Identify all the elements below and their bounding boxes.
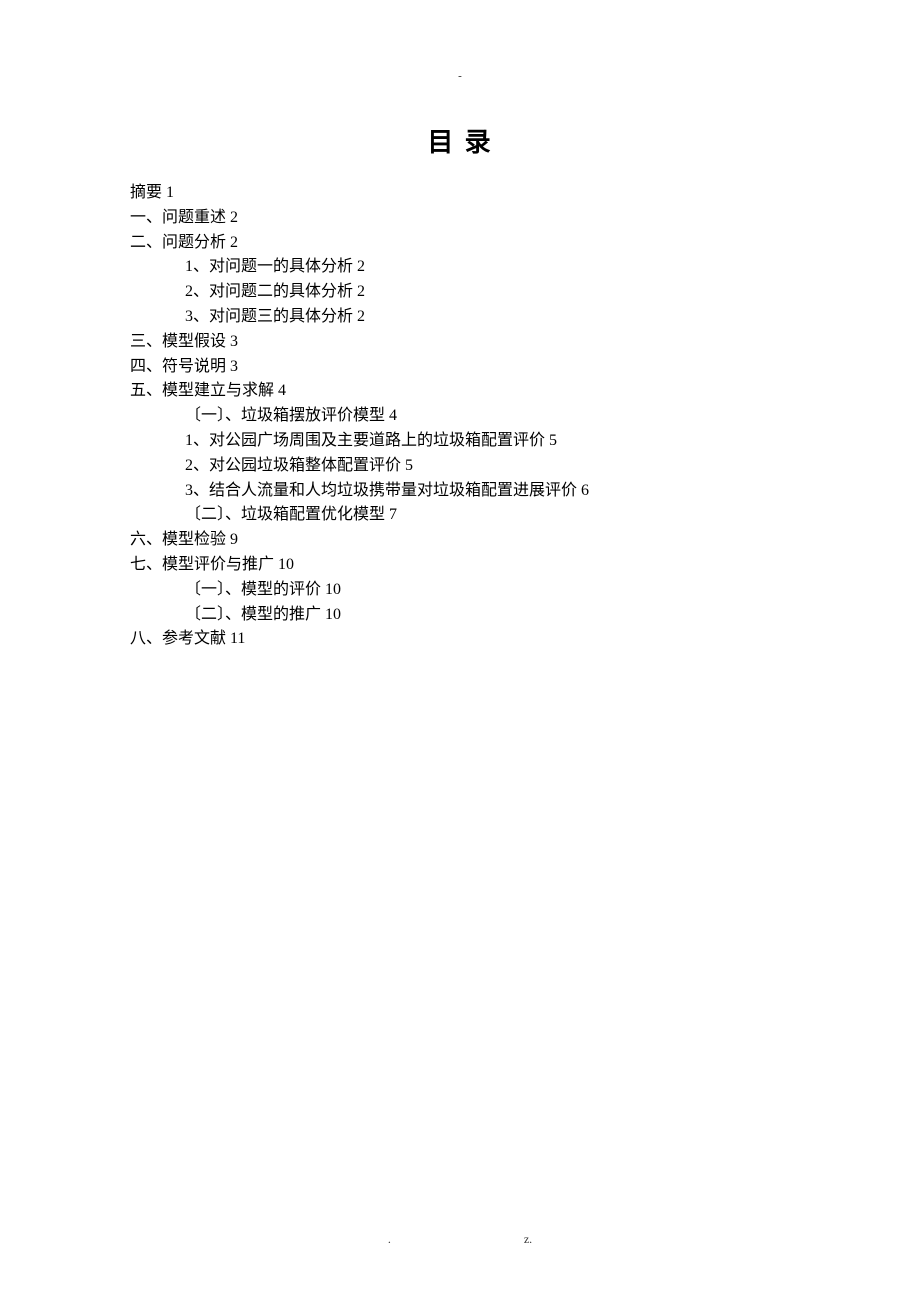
toc-entry: 〔二〕、模型的推广 10 (130, 603, 790, 628)
footer: . z. (0, 1232, 920, 1247)
toc-entry: 六、模型检验 9 (130, 528, 790, 553)
toc-entry: 二、问题分析 2 (130, 231, 790, 256)
toc-entry: 2、对问题二的具体分析 2 (130, 280, 790, 305)
toc-entry: 四、符号说明 3 (130, 355, 790, 380)
toc-entry: 2、对公园垃圾箱整体配置评价 5 (130, 454, 790, 479)
toc-entry: 摘要 1 (130, 181, 790, 206)
header-mark: - (130, 70, 790, 82)
toc-entry: 一、问题重述 2 (130, 206, 790, 231)
toc-entry: 〔一〕、垃圾箱摆放评价模型 4 (130, 404, 790, 429)
toc-entry: 1、对问题一的具体分析 2 (130, 255, 790, 280)
footer-z: z. (524, 1232, 532, 1247)
toc-entry: 1、对公园广场周围及主要道路上的垃圾箱配置评价 5 (130, 429, 790, 454)
toc-entry: 〔二〕、垃圾箱配置优化模型 7 (130, 503, 790, 528)
toc-entry: 3、结合人流量和人均垃圾携带量对垃圾箱配置进展评价 6 (130, 479, 790, 504)
toc-entry: 八、参考文献 11 (130, 627, 790, 652)
toc-entry: 〔一〕、模型的评价 10 (130, 578, 790, 603)
footer-dot: . (388, 1232, 391, 1247)
toc-entry: 七、模型评价与推广 10 (130, 553, 790, 578)
toc-entry: 三、模型假设 3 (130, 330, 790, 355)
page-title: 目 录 (130, 122, 790, 159)
toc-entry: 3、对问题三的具体分析 2 (130, 305, 790, 330)
toc-entry: 五、模型建立与求解 4 (130, 379, 790, 404)
